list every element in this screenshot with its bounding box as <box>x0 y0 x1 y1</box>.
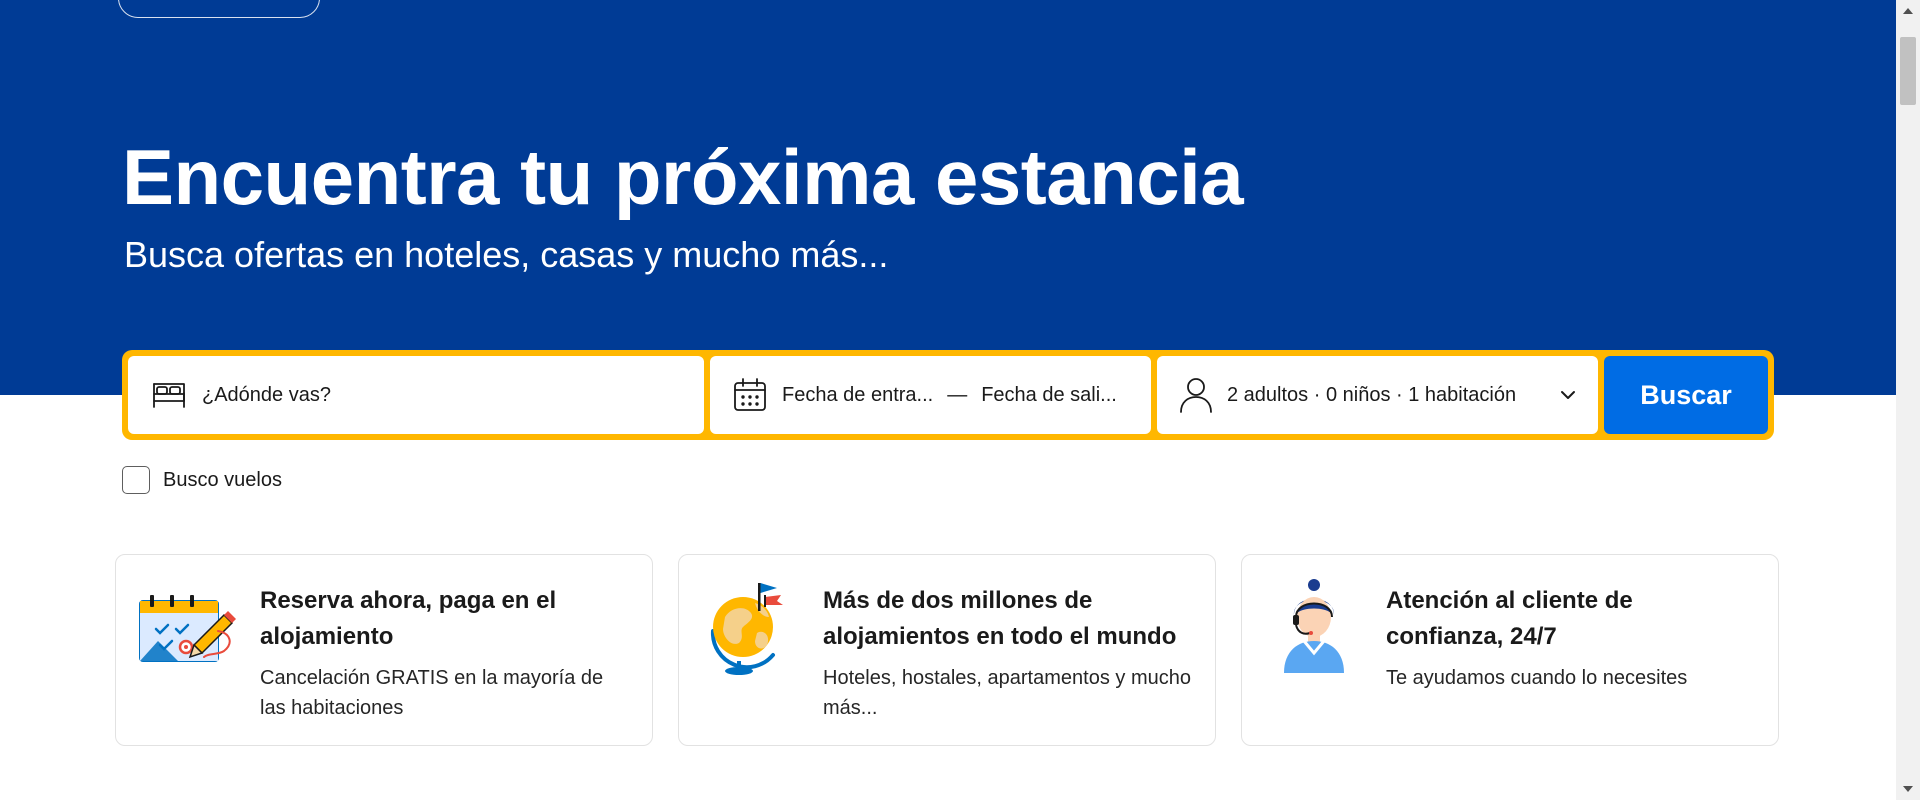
hero-banner: Encuentra tu próxima estancia Busca ofer… <box>0 0 1896 395</box>
calendar-icon <box>732 377 768 413</box>
bed-icon <box>150 380 188 410</box>
guests-field[interactable]: 2 adultos · 0 niños · 1 habitación <box>1157 356 1598 434</box>
checkin-label[interactable]: Fecha de entra... <box>782 384 933 407</box>
scroll-down-arrow-icon[interactable] <box>1903 786 1913 792</box>
date-separator: — <box>947 383 968 406</box>
flights-option: Busco vuelos <box>122 466 282 494</box>
customer-service-illustration <box>1264 577 1364 677</box>
header-pill-button[interactable] <box>118 0 320 18</box>
feature-card-body: Reserva ahora, paga en el alojamiento Ca… <box>260 583 628 723</box>
feature-card-body: Más de dos millones de alojamientos en t… <box>823 583 1191 723</box>
feature-card-customer-service: Atención al cliente de confianza, 24/7 T… <box>1241 554 1779 746</box>
dates-field[interactable]: Fecha de entra... — Fecha de sali... <box>710 356 1151 434</box>
feature-card-pay-at-property: Reserva ahora, paga en el alojamiento Ca… <box>115 554 653 746</box>
scroll-up-arrow-icon[interactable] <box>1903 8 1913 14</box>
feature-card-body: Atención al cliente de confianza, 24/7 T… <box>1386 583 1754 693</box>
feature-card-worldwide: Más de dos millones de alojamientos en t… <box>678 554 1216 746</box>
flights-label[interactable]: Busco vuelos <box>163 469 282 492</box>
calendar-booking-illustration <box>138 577 238 677</box>
destination-field[interactable]: ¿Adónde vas? <box>128 356 704 434</box>
hero-subtitle: Busca ofertas en hoteles, casas y mucho … <box>124 234 889 275</box>
feature-card-description: Te ayudamos cuando lo necesites <box>1386 667 1688 689</box>
chevron-down-icon[interactable] <box>1560 390 1576 400</box>
globe-illustration <box>701 577 801 677</box>
search-bar: ¿Adónde vas? Fecha de entra... — Fecha d… <box>122 350 1774 440</box>
vertical-scrollbar[interactable] <box>1896 0 1920 800</box>
guests-label: 2 adultos · 0 niños · 1 habitación <box>1227 383 1517 406</box>
scrollbar-thumb[interactable] <box>1900 37 1916 105</box>
feature-card-title: Reserva ahora, paga en el alojamiento <box>260 587 557 650</box>
search-button[interactable]: Buscar <box>1604 356 1768 434</box>
feature-card-title: Atención al cliente de confianza, 24/7 <box>1386 587 1633 650</box>
feature-card-title: Más de dos millones de alojamientos en t… <box>823 587 1177 650</box>
page: Encuentra tu próxima estancia Busca ofer… <box>0 0 1920 800</box>
checkout-label[interactable]: Fecha de sali... <box>981 384 1117 407</box>
flights-checkbox[interactable] <box>122 466 150 494</box>
feature-card-description: Cancelación GRATIS en la mayoría de las … <box>260 667 604 719</box>
destination-placeholder: ¿Adónde vas? <box>202 383 331 406</box>
person-icon <box>1179 376 1213 414</box>
feature-card-description: Hoteles, hostales, apartamentos y mucho … <box>823 667 1191 719</box>
hero-title: Encuentra tu próxima estancia <box>122 133 1244 221</box>
